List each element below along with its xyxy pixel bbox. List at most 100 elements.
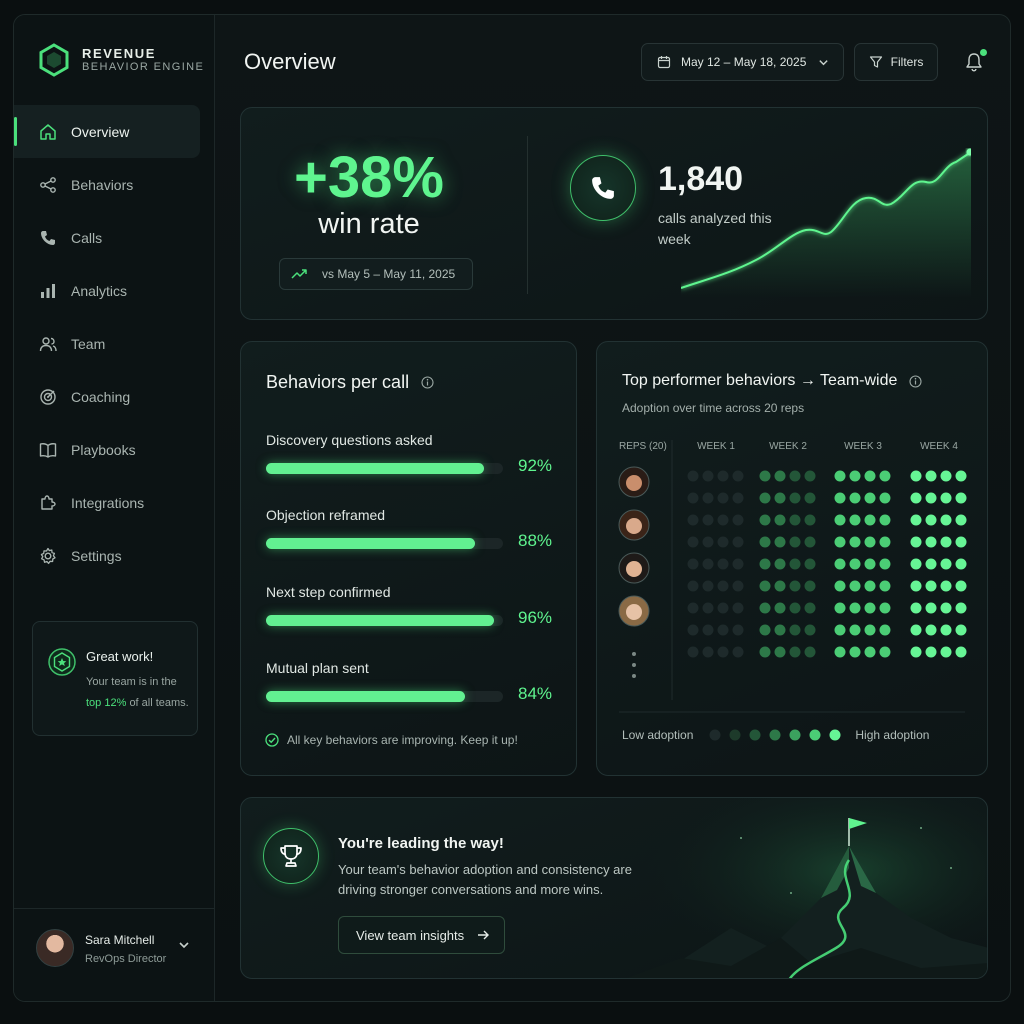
- progress-track: [266, 463, 503, 474]
- brand-logo[interactable]: REVENUE BEHAVIOR ENGINE: [38, 43, 204, 77]
- adoption-dot: [759, 580, 771, 592]
- win-rate-card: +38% win rate vs May 5 – May 11, 2025 1,…: [240, 107, 988, 320]
- adoption-dot: [717, 602, 729, 614]
- adoption-dot: [804, 602, 816, 614]
- adoption-dot: [789, 470, 801, 482]
- metric-row: Next step confirmed 96%: [266, 584, 556, 634]
- win-rate-change: +38%: [294, 145, 444, 210]
- sidebar-item-integrations[interactable]: Integrations: [14, 476, 214, 529]
- book-icon: [39, 442, 57, 458]
- adoption-dot: [864, 602, 876, 614]
- adoption-dot: [702, 470, 714, 482]
- adoption-dot: [834, 602, 846, 614]
- great-work-text: Your team is in the: [86, 676, 177, 688]
- adoption-dot: [732, 646, 744, 658]
- chevron-down-icon[interactable]: [178, 939, 190, 951]
- adoption-dot: [717, 492, 729, 504]
- adoption-dot: [955, 624, 967, 636]
- adoption-dot: [864, 514, 876, 526]
- progress-track: [266, 538, 503, 549]
- adoption-dot: [789, 646, 801, 658]
- adoption-dot: [940, 558, 952, 570]
- gear-icon: [40, 547, 56, 564]
- sidebar-item-label: Integrations: [71, 494, 145, 511]
- adoption-dot: [774, 492, 786, 504]
- info-icon[interactable]: [421, 376, 434, 389]
- adoption-dot: [940, 624, 952, 636]
- adoption-dot: [774, 558, 786, 570]
- sidebar-item-playbooks[interactable]: Playbooks: [14, 423, 214, 476]
- metric-value: 84%: [518, 684, 553, 703]
- adoption-dot: [759, 514, 771, 526]
- sidebar-item-overview[interactable]: Overview: [14, 105, 200, 158]
- more-reps-dot: [632, 663, 636, 667]
- sidebar-item-settings[interactable]: Settings: [14, 529, 214, 582]
- sidebar-item-behaviors[interactable]: Behaviors: [14, 158, 214, 211]
- adoption-dot: [717, 536, 729, 548]
- adoption-dot: [702, 580, 714, 592]
- adoption-dot: [849, 646, 861, 658]
- week-header: WEEK 1: [697, 441, 735, 452]
- metric-row: Objection reframed 88%: [266, 507, 556, 557]
- sidebar-item-team[interactable]: Team: [14, 317, 214, 370]
- adoption-dot: [834, 470, 846, 482]
- adoption-dot: [717, 514, 729, 526]
- brand-name: REVENUE: [82, 45, 157, 61]
- sidebar-item-analytics[interactable]: Analytics: [14, 264, 214, 317]
- progress-fill: [266, 463, 485, 474]
- filters-button[interactable]: Filters: [854, 43, 938, 81]
- adoption-dot: [925, 580, 937, 592]
- avatar: [36, 929, 74, 967]
- sidebar-item-coaching[interactable]: Coaching: [14, 370, 214, 423]
- mountain-illustration: [621, 798, 987, 978]
- adoption-legend: Low adoption High adoption: [622, 725, 972, 745]
- user-name: Sara Mitchell: [85, 933, 155, 947]
- adoption-dot: [879, 558, 891, 570]
- adoption-dot: [879, 492, 891, 504]
- adoption-dot: [789, 580, 801, 592]
- sidebar-item-calls[interactable]: Calls: [14, 211, 214, 264]
- adoption-dot: [910, 624, 922, 636]
- sidebar-item-label: Analytics: [71, 282, 128, 299]
- legend-dot: [769, 729, 781, 741]
- adoption-dot: [687, 602, 699, 614]
- adoption-dot: [849, 536, 861, 548]
- reps-header: REPS (20): [619, 441, 667, 452]
- adoption-dot: [804, 514, 816, 526]
- adoption-dot: [864, 646, 876, 658]
- info-icon[interactable]: [909, 374, 922, 388]
- adoption-dot: [834, 580, 846, 592]
- adoption-dot: [864, 492, 876, 504]
- adoption-dot: [864, 536, 876, 548]
- view-team-insights-button[interactable]: View team insights: [338, 916, 505, 954]
- metric-value: 96%: [518, 608, 553, 627]
- adoption-dot: [955, 492, 967, 504]
- adoption-dot: [804, 470, 816, 482]
- adoption-dot: [955, 602, 967, 614]
- date-range-label: May 12 – May 18, 2025: [681, 55, 807, 69]
- legend-dot: [789, 729, 801, 741]
- trend-up-icon: [291, 269, 307, 279]
- metric-label: Mutual plan sent: [266, 660, 369, 676]
- legend-dot: [709, 729, 721, 741]
- adoption-dot: [925, 602, 937, 614]
- adoption-dot: [849, 470, 861, 482]
- progress-track: [266, 691, 503, 702]
- adoption-dot: [955, 536, 967, 548]
- adoption-dot: [940, 580, 952, 592]
- adoption-dot: [879, 514, 891, 526]
- page-title: Overview: [244, 49, 336, 74]
- adoption-dot: [864, 624, 876, 636]
- user-profile[interactable]: Sara Mitchell RevOps Director: [14, 908, 214, 1001]
- adoption-dot: [849, 602, 861, 614]
- trophy-badge: [263, 828, 319, 884]
- calls-badge: [570, 155, 636, 221]
- great-work-body: Your team is in the top 12% of all teams…: [86, 672, 194, 714]
- sidebar-item-label: Overview: [71, 123, 130, 140]
- sidebar-item-label: Playbooks: [71, 441, 136, 458]
- sidebar-item-label: Settings: [71, 547, 122, 564]
- date-range-picker[interactable]: May 12 – May 18, 2025: [641, 43, 844, 81]
- adoption-dot: [759, 624, 771, 636]
- adoption-dot: [759, 558, 771, 570]
- adoption-dot: [834, 492, 846, 504]
